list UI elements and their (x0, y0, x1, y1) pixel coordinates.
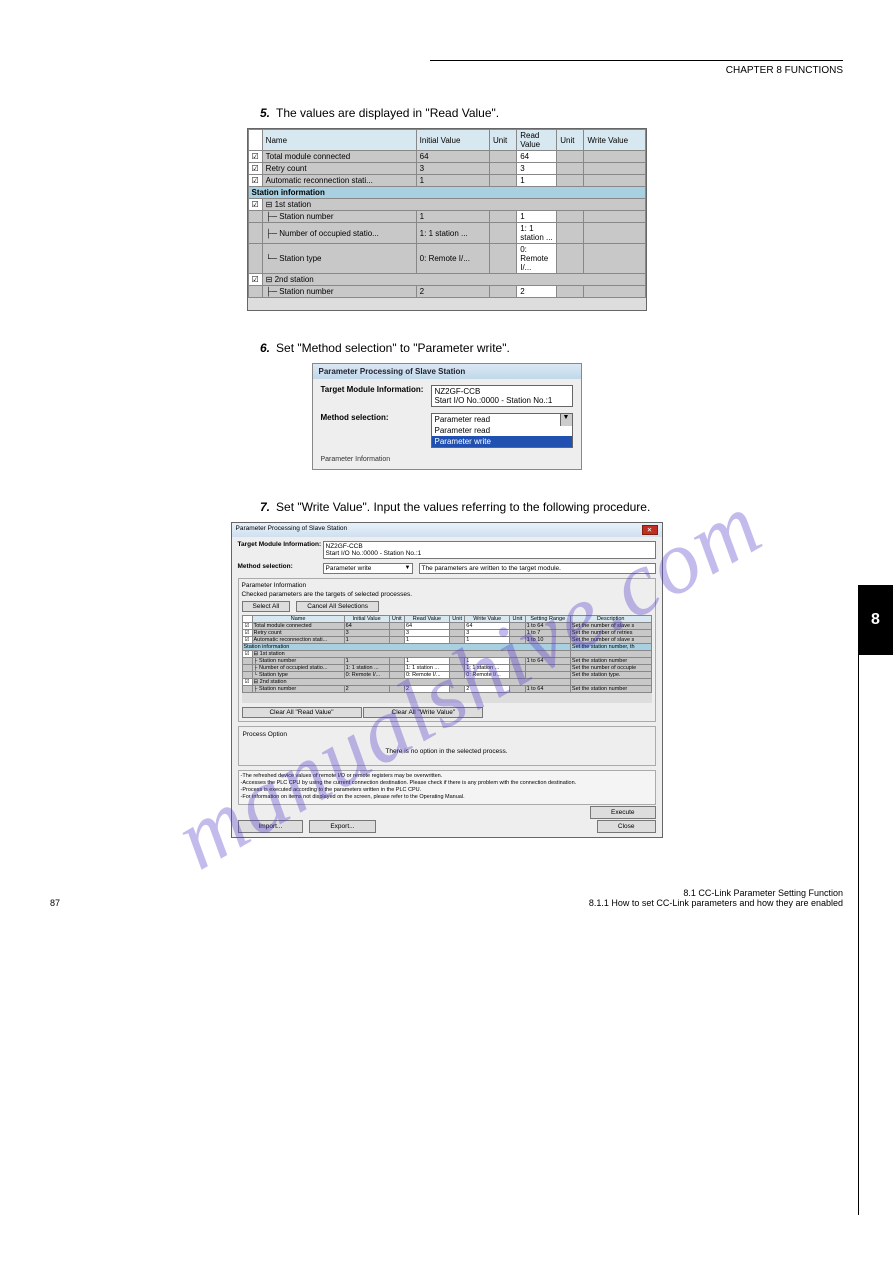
chevron-down-icon[interactable]: ▼ (560, 414, 572, 426)
page-number: 87 (50, 898, 60, 908)
write-value-input[interactable]: 64 (465, 623, 510, 630)
write-value-input[interactable]: 1: 1 station ... (465, 665, 510, 672)
checkbox[interactable]: ☑ (242, 623, 252, 630)
figure-parameter-write-dialog: Parameter Processing of Slave Station ✕ T… (231, 522, 663, 838)
checkbox[interactable]: ☑ (242, 630, 252, 637)
target-module-info: NZ2GF-CCBStart I/O No.:0000 - Station No… (431, 385, 573, 407)
footer-text: 8.1 CC-Link Parameter Setting Function 8… (589, 888, 843, 908)
chapter-tab: 8 (858, 585, 893, 655)
method-description: The parameters are written to the target… (419, 563, 656, 574)
clear-write-button[interactable]: Clear All "Write Value" (363, 707, 483, 718)
export-button[interactable]: Export... (309, 820, 375, 833)
step-5: 5.The values are displayed in "Read Valu… (260, 106, 843, 120)
target-module-info: NZ2GF-CCBStart I/O No.:0000 - Station No… (323, 541, 656, 559)
clear-read-button[interactable]: Clear All "Read Value" (242, 707, 362, 718)
horizontal-scrollbar[interactable] (248, 298, 646, 310)
method-selection-combo[interactable]: Parameter write (323, 563, 413, 574)
step-6: 6.Set "Method selection" to "Parameter w… (260, 341, 843, 355)
dialog-title: Parameter Processing of Slave Station (313, 364, 581, 379)
cancel-all-button[interactable]: Cancel All Selections (296, 601, 379, 612)
execute-button[interactable]: Execute (590, 806, 656, 819)
horizontal-scrollbar[interactable] (242, 693, 652, 703)
figure-read-value-table: NameInitial ValueUnit Read ValueUnitWrit… (247, 128, 647, 311)
write-value-input[interactable]: 3 (465, 630, 510, 637)
write-value-input[interactable]: 2 (465, 686, 510, 693)
checkbox[interactable]: ☑ (242, 679, 252, 686)
checkbox[interactable]: ☑ (248, 274, 262, 286)
process-option-text: There is no option in the selected proce… (243, 748, 651, 755)
checkbox[interactable]: ☑ (248, 199, 262, 211)
write-value-input[interactable]: 1 (465, 658, 510, 665)
checkbox[interactable]: ☑ (248, 151, 262, 163)
import-button[interactable]: Import... (238, 820, 304, 833)
parameter-table: NameInitial ValueUnitRead ValueUnitWrite… (242, 615, 652, 693)
dropdown-option-selected[interactable]: Parameter write (432, 436, 572, 447)
write-value-input[interactable]: 0: Remote I/... (465, 672, 510, 679)
dialog-title: Parameter Processing of Slave Station (236, 525, 348, 535)
select-all-button[interactable]: Select All (242, 601, 291, 612)
checkbox[interactable]: ☑ (248, 163, 262, 175)
step-7: 7.Set "Write Value". Input the values re… (260, 500, 843, 514)
checkbox[interactable]: ☑ (248, 175, 262, 187)
checkbox[interactable]: ☑ (242, 637, 252, 644)
close-button[interactable]: ✕ (642, 525, 658, 535)
close-button[interactable]: Close (597, 820, 656, 833)
notes-box: -The refreshed device values of remote I… (238, 770, 656, 805)
method-selection-dropdown[interactable]: Parameter read ▼ Parameter read Paramete… (431, 413, 573, 448)
write-value-input[interactable]: 1 (465, 637, 510, 644)
checkbox[interactable]: ☑ (242, 651, 252, 658)
chapter-header: CHAPTER 8 FUNCTIONS (50, 65, 843, 76)
figure-method-selection: Parameter Processing of Slave Station Ta… (312, 363, 582, 470)
